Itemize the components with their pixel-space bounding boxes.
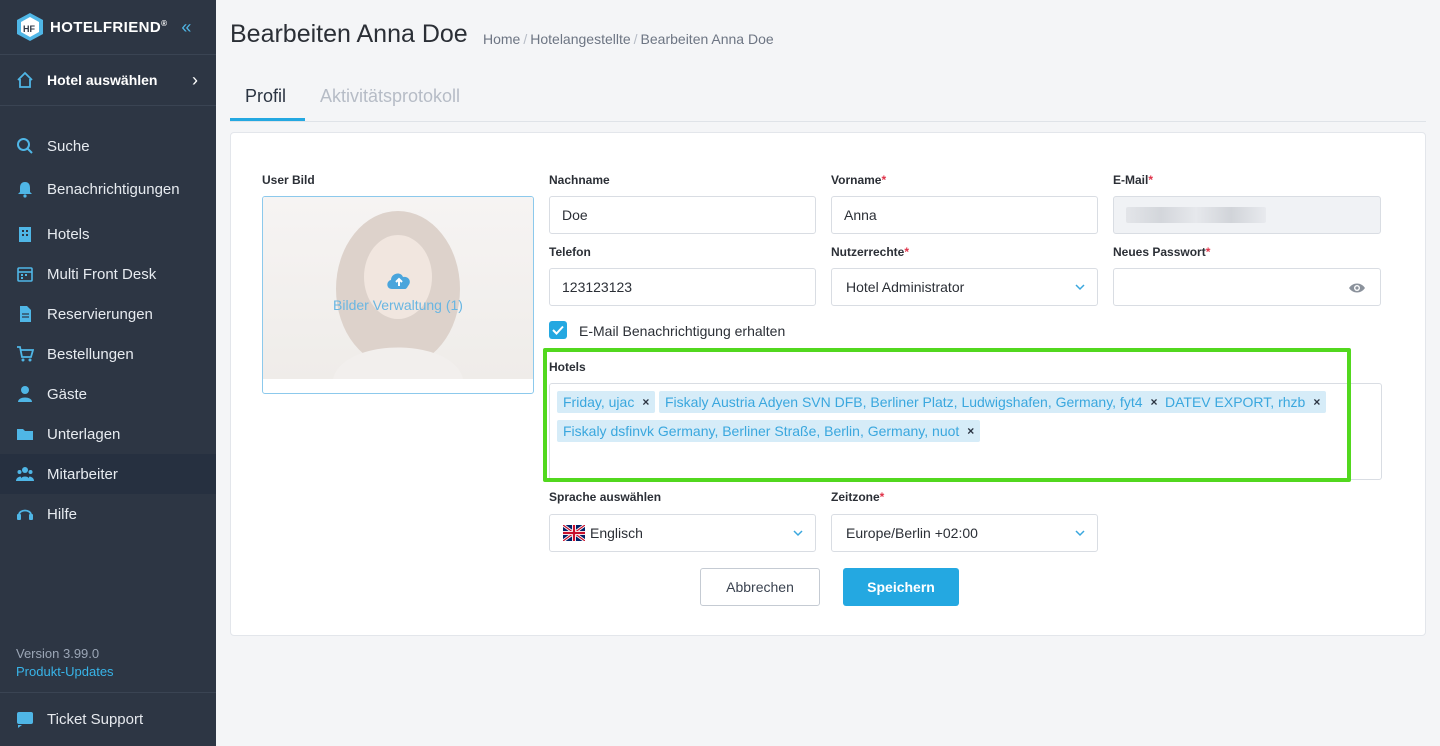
- nutzerrechte-label: Nutzerrechte*: [831, 245, 910, 259]
- chevron-down-icon: [1075, 526, 1085, 540]
- hotelfriend-logo-icon: HF: [16, 12, 44, 42]
- password-label: Neues Passwort*: [1113, 245, 1211, 259]
- vorname-label: Vorname*: [831, 173, 887, 187]
- tab-aktivitaetsprotokoll[interactable]: Aktivitätsprotokoll: [320, 86, 460, 107]
- breadcrumb-separator: /: [523, 31, 528, 47]
- nutzerrechte-select[interactable]: Hotel Administrator: [831, 268, 1098, 306]
- ticket-support-button[interactable]: Ticket Support: [0, 692, 216, 746]
- brand-name: HOTELFRIEND®: [50, 18, 168, 36]
- save-button[interactable]: Speichern: [843, 568, 959, 606]
- sidebar-item-unterlagen[interactable]: Unterlagen: [0, 414, 216, 454]
- email-notify-checkbox[interactable]: [549, 321, 567, 339]
- folder-icon: [16, 425, 34, 443]
- user-image-upload[interactable]: Bilder Verwaltung (1): [262, 196, 534, 394]
- sidebar-item-benachrichtigungen[interactable]: Benachrichtigungen: [0, 169, 216, 209]
- eye-icon[interactable]: [1348, 281, 1366, 297]
- nachname-input[interactable]: Doe: [549, 196, 816, 234]
- password-input[interactable]: [1113, 268, 1381, 306]
- sidebar-item-label: Bestellungen: [47, 345, 134, 363]
- breadcrumb-current: Bearbeiten Anna Doe: [640, 31, 774, 47]
- sidebar-item-label: Gäste: [47, 385, 88, 403]
- bell-icon: [16, 180, 34, 198]
- nachname-label: Nachname: [549, 173, 610, 187]
- image-manage-label: Bilder Verwaltung (1): [333, 297, 463, 313]
- profile-form-card: User Bild Bilder Verwaltung (1) Nachname…: [230, 132, 1426, 636]
- language-value: Englisch: [590, 525, 643, 541]
- sidebar-item-label: Suche: [47, 137, 90, 155]
- collapse-sidebar-icon[interactable]: «: [181, 17, 191, 38]
- uk-flag-icon: [562, 523, 586, 543]
- language-label: Sprache auswählen: [549, 490, 662, 504]
- svg-text:HF: HF: [23, 24, 35, 34]
- sidebar-item-label: Multi Front Desk: [47, 265, 157, 283]
- chat-icon: [16, 711, 34, 729]
- nutzerrechte-value: Hotel Administrator: [846, 279, 965, 295]
- hotels-highlight-frame: [543, 348, 1351, 482]
- user-icon: [16, 385, 34, 403]
- email-input: [1113, 196, 1381, 234]
- building-icon: [16, 225, 34, 243]
- cloud-upload-icon: [385, 269, 413, 296]
- hotel-select-label: Hotel auswählen: [47, 72, 158, 88]
- document-icon: [16, 305, 34, 323]
- sidebar-item-hotels[interactable]: Hotels: [0, 214, 216, 254]
- sidebar-item-label: Mitarbeiter: [47, 465, 118, 483]
- sidebar-item-hilfe[interactable]: Hilfe: [0, 494, 216, 534]
- timezone-select[interactable]: Europe/Berlin +02:00: [831, 514, 1098, 552]
- active-tab-indicator: [230, 118, 305, 121]
- email-notify-label: E-Mail Benachrichtigung erhalten: [579, 323, 786, 339]
- cart-icon: [16, 345, 34, 363]
- sidebar-item-label: Reservierungen: [47, 305, 153, 323]
- chevron-down-icon: [793, 526, 803, 540]
- sidebar-item-reservierungen[interactable]: Reservierungen: [0, 294, 216, 334]
- logo-row: HF HOTELFRIEND® «: [0, 0, 216, 54]
- sidebar-item-bestellungen[interactable]: Bestellungen: [0, 334, 216, 374]
- breadcrumb: Home / Hotelangestellte / Bearbeiten Anna Do…: [483, 31, 774, 47]
- sidebar-nav: Suche Benachrichtigungen Hotels Multi Fr…: [0, 126, 216, 534]
- search-icon: [16, 137, 34, 155]
- chevron-right-icon: ›: [192, 69, 198, 90]
- sidebar: HF HOTELFRIEND® « Hotel auswählen › Such…: [0, 0, 216, 746]
- sidebar-item-label: Hotels: [47, 225, 90, 243]
- timezone-label: Zeitzone*: [831, 490, 885, 504]
- hotel-select[interactable]: Hotel auswählen ›: [0, 54, 216, 106]
- team-icon: [16, 465, 34, 483]
- telefon-input[interactable]: 123123123: [549, 268, 816, 306]
- breadcrumb-hotelangestellte[interactable]: Hotelangestellte: [530, 31, 630, 47]
- tab-profil[interactable]: Profil: [245, 86, 286, 107]
- version-info: Version 3.99.0 Produkt-Updates: [16, 645, 114, 681]
- email-redacted: [1126, 207, 1266, 223]
- sidebar-item-mitarbeiter[interactable]: Mitarbeiter: [0, 454, 216, 494]
- headset-icon: [16, 505, 34, 523]
- home-icon: [16, 71, 34, 89]
- ticket-support-label: Ticket Support: [47, 711, 144, 728]
- cancel-button[interactable]: Abbrechen: [700, 568, 820, 606]
- telefon-label: Telefon: [549, 245, 591, 259]
- tab-bar: Profil Aktivitätsprotokoll: [230, 72, 1426, 122]
- sidebar-item-suche[interactable]: Suche: [0, 126, 216, 166]
- sidebar-item-label: Unterlagen: [47, 425, 121, 443]
- vorname-input[interactable]: Anna: [831, 196, 1098, 234]
- sidebar-item-multi-front-desk[interactable]: Multi Front Desk: [0, 254, 216, 294]
- breadcrumb-home[interactable]: Home: [483, 31, 520, 47]
- user-bild-label: User Bild: [262, 173, 315, 187]
- sidebar-item-label: Benachrichtigungen: [47, 180, 180, 198]
- timezone-value: Europe/Berlin +02:00: [846, 525, 978, 541]
- calendar-icon: [16, 265, 34, 283]
- sidebar-item-label: Hilfe: [47, 505, 78, 523]
- version-text: Version 3.99.0: [16, 646, 100, 661]
- product-updates-link[interactable]: Produkt-Updates: [16, 663, 114, 681]
- email-label: E-Mail*: [1113, 173, 1154, 187]
- page-title: Bearbeiten Anna Doe: [230, 20, 468, 48]
- language-select[interactable]: Englisch: [549, 514, 816, 552]
- breadcrumb-separator: /: [633, 31, 638, 47]
- chevron-down-icon: [1075, 280, 1085, 294]
- sidebar-item-gaeste[interactable]: Gäste: [0, 374, 216, 414]
